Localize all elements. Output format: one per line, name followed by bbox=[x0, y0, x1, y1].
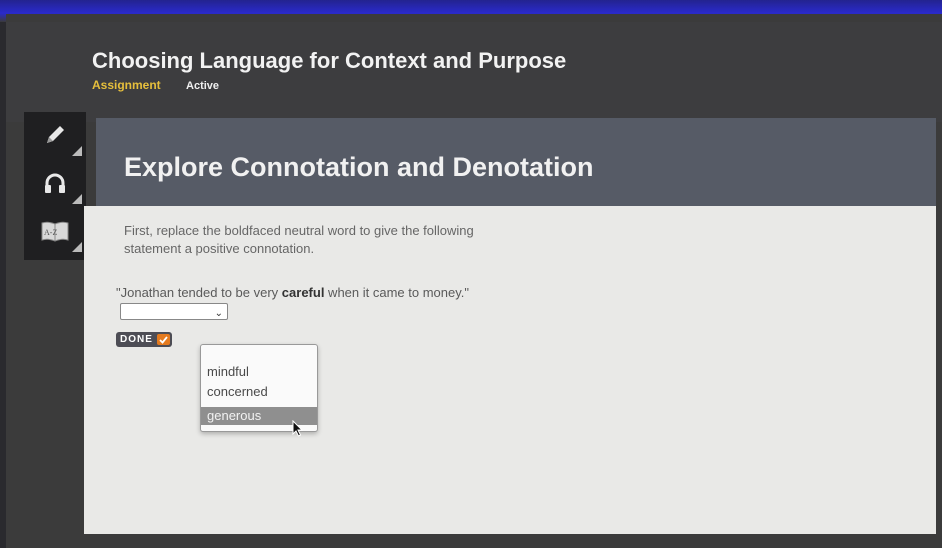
dictionary-icon-label: A-Z bbox=[44, 228, 57, 237]
mouse-cursor-icon bbox=[292, 419, 304, 443]
pencil-tool-button[interactable] bbox=[24, 114, 86, 160]
done-label: DONE bbox=[120, 334, 153, 345]
audio-tool-button[interactable] bbox=[24, 162, 86, 208]
course-meta: Assignment Active bbox=[92, 78, 219, 92]
word-choice-dropdown: mindful concerned generous bbox=[200, 344, 318, 432]
word-choice-select[interactable]: ⌄ bbox=[120, 303, 228, 321]
instructions-text: First, replace the boldfaced neutral wor… bbox=[124, 223, 474, 256]
activity-header: Explore Connotation and Denotation bbox=[96, 118, 936, 206]
question-statement: "Jonathan tended to be very careful when… bbox=[116, 284, 536, 321]
corner-arrow-icon bbox=[72, 194, 82, 204]
dictionary-icon: A-Z bbox=[40, 219, 70, 248]
activity-content: First, replace the boldfaced neutral wor… bbox=[84, 206, 936, 534]
option-concerned[interactable]: concerned bbox=[201, 383, 317, 401]
question-text-after: when it came to money." bbox=[324, 285, 469, 300]
done-button[interactable]: DONE bbox=[116, 332, 172, 347]
assignment-status-label: Active bbox=[186, 80, 220, 92]
course-title: Choosing Language for Context and Purpos… bbox=[92, 48, 567, 73]
question-text-before: "Jonathan tended to be very bbox=[116, 285, 282, 300]
dictionary-tool-button[interactable]: A-Z bbox=[24, 210, 86, 256]
chevron-down-icon: ⌄ bbox=[214, 308, 223, 320]
tools-toolbar: A-Z bbox=[24, 112, 86, 260]
checkmark-icon bbox=[156, 334, 170, 345]
option-mindful[interactable]: mindful bbox=[201, 363, 317, 381]
activity-title: Explore Connotation and Denotation bbox=[124, 152, 594, 182]
corner-arrow-icon bbox=[72, 242, 82, 252]
headphones-icon bbox=[43, 171, 67, 200]
corner-arrow-icon bbox=[72, 146, 82, 156]
assignment-type-label: Assignment bbox=[92, 78, 161, 92]
boldfaced-word: careful bbox=[281, 285, 325, 300]
pencil-icon bbox=[43, 123, 67, 152]
